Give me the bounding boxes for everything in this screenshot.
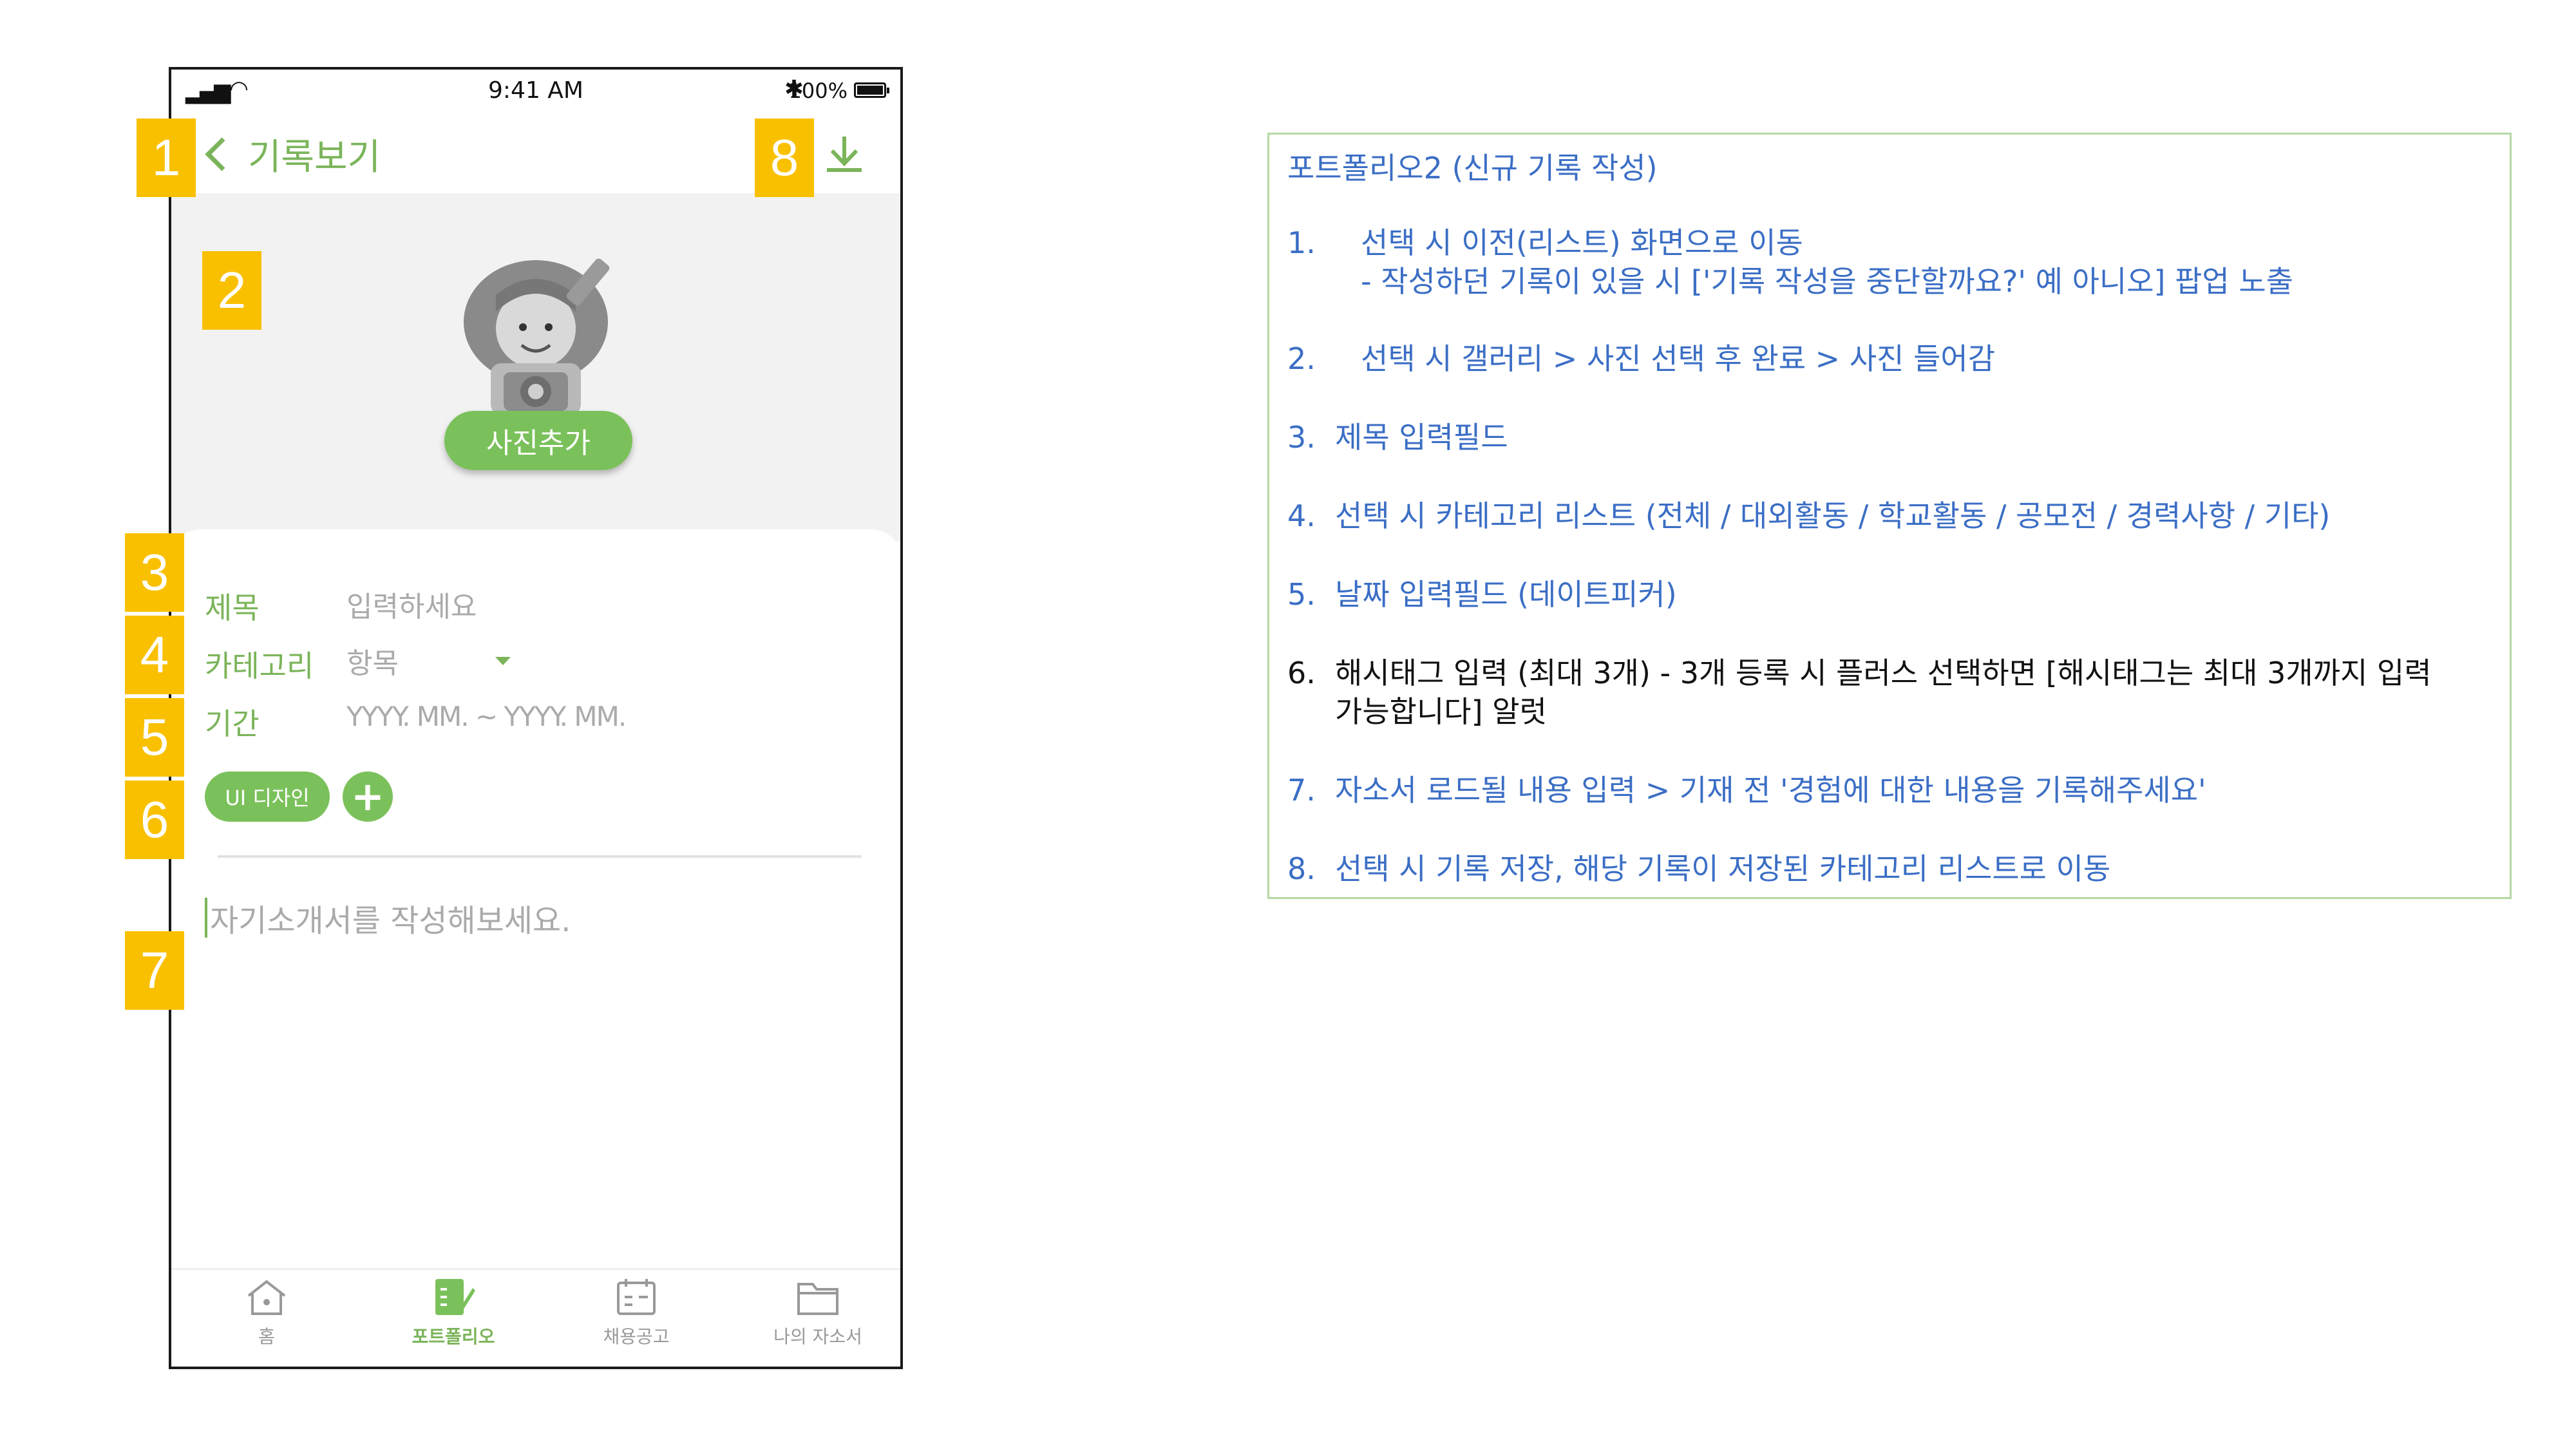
add-photo-button[interactable]: 사진추가	[444, 411, 632, 470]
battery-percent: 100%	[788, 79, 848, 103]
desc-num-8: 8.	[1287, 851, 1316, 886]
caret-down-icon	[495, 656, 511, 665]
hashtag-chip[interactable]: UI 디자인	[205, 772, 330, 822]
desc-text-1a: 선택 시 이전(리스트) 화면으로 이동	[1361, 225, 1803, 260]
marker-2: 2	[202, 251, 261, 330]
title-input[interactable]: 입력하세요	[346, 583, 836, 625]
period-input[interactable]: YYYY. MM. ~ YYYY. MM.	[346, 701, 627, 732]
tab-portfolio[interactable]: 포트폴리오	[389, 1276, 518, 1349]
category-select[interactable]: 항목	[346, 641, 540, 680]
download-icon[interactable]	[822, 131, 867, 176]
tab-label-my-essays: 나의 자소서	[773, 1326, 862, 1347]
tab-label-portfolio: 포트폴리오	[412, 1326, 495, 1347]
marker-1: 1	[137, 118, 196, 197]
phone-screen: ▂▄▆ ◠ 9:41 AM ✱ 100% 기록보기 사진추가 제목 입력하세요 …	[169, 67, 903, 1369]
title-label: 제목	[205, 591, 260, 625]
tab-label-home: 홈	[258, 1326, 275, 1347]
marker-4: 4	[125, 616, 184, 694]
desc-num-7: 7.	[1287, 773, 1316, 808]
desc-num-2: 2.	[1287, 341, 1316, 376]
desc-num-1: 1.	[1287, 225, 1316, 260]
folder-icon	[797, 1283, 838, 1315]
portfolio-icon	[435, 1279, 475, 1315]
description-panel: 포트폴리오2 (신규 기록 작성) 1. 선택 시 이전(리스트) 화면으로 이…	[1267, 133, 2512, 899]
desc-text-6b: 가능합니다] 알럿	[1335, 694, 1547, 729]
marker-6: 6	[125, 781, 184, 859]
tab-home[interactable]: 홈	[202, 1276, 331, 1349]
desc-text-5: 날짜 입력필드 (데이트피커)	[1335, 577, 1677, 612]
text-cursor	[205, 898, 207, 938]
category-label: 카테고리	[205, 649, 314, 683]
tab-my-essays[interactable]: 나의 자소서	[753, 1276, 882, 1349]
description-title: 포트폴리오2 (신규 기록 작성)	[1287, 151, 1658, 185]
tab-jobs[interactable]: 채용공고	[572, 1276, 701, 1349]
marker-3: 3	[125, 533, 184, 612]
desc-num-3: 3.	[1287, 420, 1316, 455]
photo-area[interactable]	[171, 193, 900, 541]
marker-5: 5	[125, 698, 184, 777]
desc-text-6a: 해시태그 입력 (최대 3개) - 3개 등록 시 플러스 선택하면 [해시태그…	[1335, 656, 2432, 690]
status-bar: ▂▄▆ ◠ 9:41 AM ✱ 100%	[171, 70, 900, 115]
desc-text-4: 선택 시 카테고리 리스트 (전체 / 대외활동 / 학교활동 / 공모전 / …	[1335, 498, 2331, 533]
calendar-icon	[617, 1279, 656, 1315]
back-label: 기록보기	[248, 136, 381, 178]
avatar-illustration	[464, 258, 610, 415]
back-button[interactable]: 기록보기	[202, 126, 381, 182]
marker-8: 8	[755, 118, 814, 197]
tab-bar: 홈 포트폴리오 채용공고 나의 자소서	[171, 1268, 900, 1367]
desc-num-5: 5.	[1287, 577, 1316, 612]
battery-icon	[854, 82, 889, 98]
desc-num-4: 4.	[1287, 498, 1316, 533]
desc-text-2: 선택 시 갤러리 > 사진 선택 후 완료 > 사진 들어감	[1361, 341, 1996, 376]
desc-num-6: 6.	[1287, 656, 1316, 690]
tab-label-jobs: 채용공고	[603, 1326, 670, 1347]
desc-text-1b: - 작성하던 기록이 있을 시 ['기록 작성을 중단할까요?' 예 아니오] …	[1361, 264, 2294, 299]
intro-textarea[interactable]: 자기소개서를 작성해보세요.	[205, 895, 571, 940]
home-icon	[247, 1280, 286, 1315]
period-label: 기간	[205, 706, 260, 741]
desc-text-3: 제목 입력필드	[1335, 420, 1508, 455]
divider	[218, 855, 862, 858]
chevron-left-icon	[205, 137, 239, 171]
marker-7: 7	[125, 931, 184, 1010]
category-value: 항목	[346, 647, 399, 680]
desc-text-8: 선택 시 기록 저장, 해당 기록이 저장된 카테고리 리스트로 이동	[1335, 851, 2111, 886]
desc-text-7: 자소서 로드될 내용 입력 > 기재 전 '경험에 대한 내용을 기록해주세요'	[1335, 773, 2206, 808]
add-hashtag-button[interactable]: +	[343, 772, 393, 822]
intro-placeholder: 자기소개서를 작성해보세요.	[210, 903, 571, 939]
